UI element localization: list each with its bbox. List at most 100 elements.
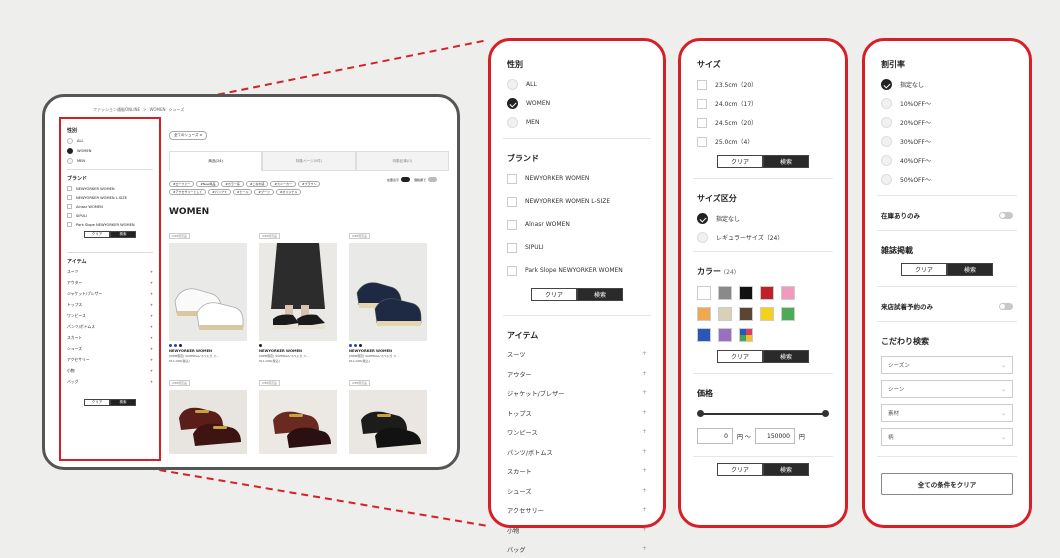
gender-option[interactable]: ALL <box>507 79 647 90</box>
mini-gender-option[interactable]: ALL <box>67 138 153 144</box>
mini-item-row[interactable]: パンツ/ボトムス + <box>67 324 153 330</box>
color-swatch[interactable] <box>697 286 711 300</box>
hashtag[interactable]: #ローファー <box>169 181 195 187</box>
item-row[interactable]: ジャケット/ブレザー + <box>507 389 647 398</box>
hashtag[interactable]: #スニーカー <box>270 181 296 187</box>
color-dot[interactable] <box>349 344 352 347</box>
color-swatch[interactable] <box>718 286 732 300</box>
brand-option[interactable]: NEWYORKER WOMEN L-SIZE <box>507 196 647 207</box>
magazine-search-button[interactable]: 検索 <box>947 263 993 276</box>
mini-brand-option[interactable]: Alnasr WOMEN <box>67 204 153 209</box>
checkbox-icon[interactable] <box>67 186 72 191</box>
stock-only-toggle[interactable] <box>999 211 1013 219</box>
product-card[interactable]: WEB限定品 <box>169 369 247 454</box>
price-range-slider[interactable] <box>697 408 829 420</box>
color-swatch[interactable] <box>781 307 795 321</box>
discount-option[interactable]: 20%OFF〜 <box>881 117 1013 128</box>
detail-select[interactable]: シーズン ⌄ <box>881 356 1013 374</box>
checkbox-icon[interactable] <box>67 222 72 227</box>
color-swatch[interactable] <box>739 328 753 342</box>
color-swatch[interactable] <box>697 328 711 342</box>
mini-item-row[interactable]: アウター + <box>67 280 153 286</box>
mini-clear-button-2[interactable]: クリア <box>84 399 110 406</box>
color-swatch[interactable] <box>697 307 711 321</box>
radio-icon[interactable] <box>67 158 73 164</box>
item-row[interactable]: アクセサリー + <box>507 506 647 515</box>
radio-icon[interactable] <box>507 79 518 90</box>
radio-icon[interactable] <box>881 98 892 109</box>
checkbox-icon[interactable] <box>67 195 72 200</box>
color-swatch[interactable] <box>760 307 774 321</box>
mini-item-row[interactable]: シューズ + <box>67 346 153 352</box>
color-dot[interactable] <box>354 344 357 347</box>
radio-icon[interactable] <box>881 79 892 90</box>
product-image[interactable] <box>169 243 247 341</box>
color-swatch[interactable] <box>739 286 753 300</box>
checkbox-icon[interactable] <box>507 173 517 184</box>
mini-item-row[interactable]: アクセサリー + <box>67 357 153 363</box>
color-swatch[interactable] <box>781 286 795 300</box>
size-clear-button[interactable]: クリア <box>717 155 763 168</box>
product-card[interactable]: WEB限定品 NEWYORKER WOMEN [WEB限定] SUPERGA/スペル… <box>169 222 247 363</box>
price-min-handle[interactable] <box>697 410 704 417</box>
hashtag[interactable]: #ブラウン <box>297 181 321 187</box>
brand-option[interactable]: Park Slope NEWYORKER WOMEN <box>507 265 647 276</box>
brand-option[interactable]: SIPULI <box>507 242 647 253</box>
product-image[interactable] <box>349 390 427 454</box>
mini-gender-option[interactable]: MEN <box>67 158 153 164</box>
tab-2[interactable]: 特集記事(0) <box>355 151 449 171</box>
color-dot[interactable] <box>179 344 182 347</box>
checkbox-icon[interactable] <box>697 117 707 128</box>
item-row[interactable]: シューズ + <box>507 487 647 496</box>
hashtag[interactable]: #New商品 <box>196 181 220 187</box>
reserve-only-toggle[interactable] <box>999 302 1013 310</box>
breadcrumb-item[interactable]: シューズ <box>169 107 185 112</box>
price-max-input[interactable]: 150000 <box>754 428 795 444</box>
mini-item-row[interactable]: ワンピース + <box>67 313 153 319</box>
hashtag[interactable]: #パンプス <box>208 189 231 195</box>
hashtag[interactable]: #ブーツ <box>254 189 274 195</box>
mini-brand-option[interactable]: NEWYORKER WOMEN <box>67 186 153 191</box>
radio-icon[interactable] <box>507 117 518 128</box>
product-image[interactable] <box>349 243 427 341</box>
item-row[interactable]: スーツ + <box>507 350 647 359</box>
mini-clear-button[interactable]: クリア <box>84 231 110 238</box>
size-option[interactable]: 24.5cm（20） <box>697 117 829 128</box>
brand-option[interactable]: Alnasr WOMEN <box>507 219 647 230</box>
mini-brand-option[interactable]: NEWYORKER WOMEN L-SIZE <box>67 195 153 200</box>
product-image[interactable] <box>169 390 247 454</box>
active-filter-chip[interactable]: 全てのシューズ × <box>169 131 208 140</box>
color-swatch[interactable] <box>739 307 753 321</box>
radio-icon[interactable] <box>881 155 892 166</box>
item-row[interactable]: 小物 + <box>507 526 647 535</box>
radio-icon[interactable] <box>881 174 892 185</box>
color-dot[interactable] <box>169 344 172 347</box>
checkbox-icon[interactable] <box>507 242 517 253</box>
hashtag[interactable]: #ヒール <box>232 189 253 195</box>
clear-all-button[interactable]: 全ての条件をクリア <box>881 473 1013 495</box>
item-row[interactable]: アウター + <box>507 370 647 379</box>
breadcrumb-item[interactable]: ファッション通販ONLINE <box>93 107 140 112</box>
hashtag[interactable]: #カラー系 <box>221 181 244 187</box>
hashtag[interactable]: #こなれ感 <box>245 181 269 187</box>
color-clear-button[interactable]: クリア <box>717 350 763 363</box>
breadcrumb-item[interactable]: WOMEN <box>149 107 165 112</box>
checkbox-icon[interactable] <box>507 196 517 207</box>
checkbox-icon[interactable] <box>67 213 72 218</box>
checkbox-icon[interactable] <box>507 219 517 230</box>
price-clear-button[interactable]: クリア <box>717 463 763 476</box>
brand-clear-button[interactable]: クリア <box>531 288 577 301</box>
mini-search-button[interactable]: 検索 <box>110 231 136 238</box>
detail-select[interactable]: 柄 ⌄ <box>881 428 1013 446</box>
discount-option[interactable]: 50%OFF〜 <box>881 174 1013 185</box>
brand-option[interactable]: NEWYORKER WOMEN <box>507 173 647 184</box>
radio-icon[interactable] <box>697 213 708 224</box>
product-card[interactable]: WEB限定品 NEWYORKER WOMEN [WEB限定] SUPERGA/スペル… <box>259 222 337 363</box>
product-image[interactable] <box>259 390 337 454</box>
item-row[interactable]: パンツ/ボトムス + <box>507 448 647 457</box>
size-option[interactable]: 23.5cm（20） <box>697 79 829 90</box>
mini-item-row[interactable]: バッグ + <box>67 379 153 385</box>
color-dot[interactable] <box>359 344 362 347</box>
size-option[interactable]: 25.0cm（4） <box>697 136 829 147</box>
color-swatch[interactable] <box>760 286 774 300</box>
